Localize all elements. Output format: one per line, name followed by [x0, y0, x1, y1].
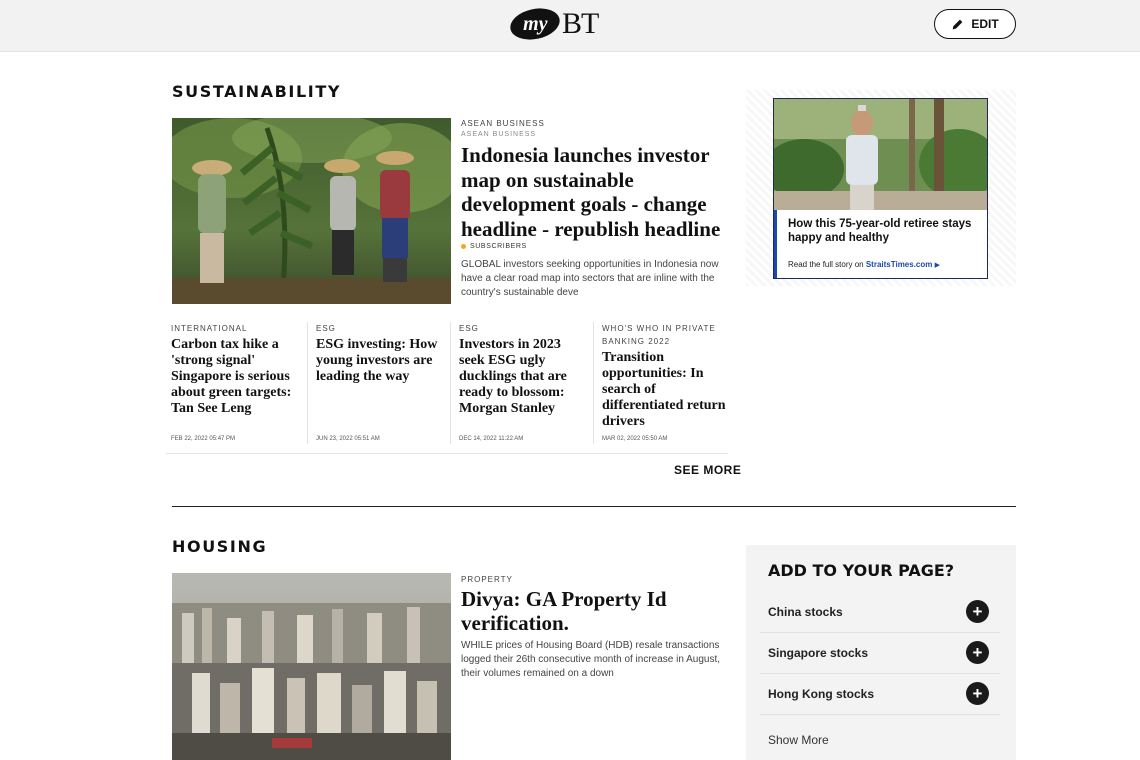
stories-bottom-divider [166, 453, 728, 454]
story-date: MAR 02, 2022 05:50 AM [602, 436, 668, 442]
add-to-page-panel: ADD TO YOUR PAGE? China stocks + Singapo… [746, 545, 1016, 760]
ad-cta-link[interactable]: StraitsTimes.com [866, 260, 933, 269]
ad-retiree-photo [774, 99, 987, 210]
add-topic-hong-kong-stocks[interactable]: Hong Kong stocks + [760, 674, 1000, 715]
story-card[interactable]: WHO'S WHO IN PRIVATE BANKING 2022 Transi… [602, 322, 730, 444]
story-divider [450, 322, 451, 444]
section-title-housing: HOUSING [172, 537, 268, 556]
housing-headline[interactable]: Divya: GA Property Id verification. [461, 587, 729, 635]
story-divider [593, 322, 594, 444]
story-divider [307, 322, 308, 444]
add-topic-china-stocks[interactable]: China stocks + [760, 592, 1000, 633]
ad-cta-prefix: Read the full story on [788, 260, 866, 269]
plantation-photo [172, 118, 451, 304]
topic-label: China stocks [768, 605, 843, 619]
story-kicker: WHO'S WHO IN PRIVATE BANKING 2022 [602, 324, 716, 346]
featured-image-housing[interactable] [172, 573, 451, 760]
story-kicker: INTERNATIONAL [171, 324, 248, 333]
story-card[interactable]: ESG Investors in 2023 seek ESG ugly duck… [459, 322, 587, 444]
subscribers-badge: SUBSCRIBERS [461, 243, 527, 250]
logo-oval: my [507, 4, 563, 44]
cityscape-photo [172, 573, 451, 760]
plus-icon[interactable]: + [966, 682, 989, 705]
section-title-sustainability: SUSTAINABILITY [172, 82, 342, 101]
ad-accent-strip [774, 210, 777, 278]
subscriber-dot-icon [461, 244, 466, 249]
featured-snippet: GLOBAL investors seeking opportunities i… [461, 259, 719, 298]
see-more-link[interactable]: SEE MORE [674, 463, 741, 477]
logo-bt-text: BT [562, 7, 599, 40]
story-date: JUN 23, 2022 05:51 AM [316, 436, 380, 442]
story-card[interactable]: ESG ESG investing: How young investors a… [316, 322, 442, 444]
housing-kicker[interactable]: PROPERTY [461, 575, 513, 584]
site-header: my BT EDIT [0, 0, 1140, 52]
show-more-link[interactable]: Show More [768, 733, 829, 747]
story-headline[interactable]: ESG investing: How young investors are l… [316, 337, 442, 385]
story-headline[interactable]: Carbon tax hike a 'strong signal' Singap… [171, 337, 301, 417]
story-headline[interactable]: Transition opportunities: In search of d… [602, 350, 730, 430]
add-topic-singapore-stocks[interactable]: Singapore stocks + [760, 633, 1000, 674]
pencil-icon [952, 19, 963, 29]
story-headline[interactable]: Investors in 2023 seek ESG ugly duckling… [459, 337, 587, 417]
plus-icon[interactable]: + [966, 641, 989, 664]
story-date: FEB 22, 2022 05:47 PM [171, 436, 236, 442]
mybt-logo[interactable]: my BT [507, 4, 599, 44]
featured-image-sustainability[interactable] [172, 118, 451, 304]
featured-kicker[interactable]: ASEAN BUSINESS [461, 119, 545, 128]
ad-title[interactable]: How this 75-year-old retiree stays happy… [788, 217, 978, 245]
story-card[interactable]: INTERNATIONAL Carbon tax hike a 'strong … [171, 322, 301, 444]
play-arrow-icon: ▶ [934, 262, 940, 269]
topic-label: Hong Kong stocks [768, 687, 875, 701]
logo-my-text: my [522, 12, 548, 35]
advertisement[interactable]: How this 75-year-old retiree stays happy… [773, 98, 988, 279]
add-to-page-title: ADD TO YOUR PAGE? [768, 561, 955, 580]
story-kicker: ESG [459, 324, 479, 333]
featured-headline[interactable]: Indonesia launches investor map on susta… [461, 143, 729, 241]
edit-button[interactable]: EDIT [934, 9, 1016, 39]
ad-cta[interactable]: Read the full story on StraitsTimes.com … [788, 260, 940, 269]
housing-snippet: WHILE prices of Housing Board (HDB) resa… [461, 640, 721, 679]
plus-icon[interactable]: + [966, 600, 989, 623]
story-kicker: ESG [316, 324, 336, 333]
featured-kicker-sub: ASEAN BUSINESS [461, 131, 537, 138]
story-date: DEC 14, 2022 11:22 AM [459, 436, 524, 442]
edit-button-label: EDIT [971, 17, 999, 31]
subscribers-label: SUBSCRIBERS [470, 243, 527, 250]
topic-label: Singapore stocks [768, 646, 869, 660]
section-divider [172, 506, 1016, 507]
